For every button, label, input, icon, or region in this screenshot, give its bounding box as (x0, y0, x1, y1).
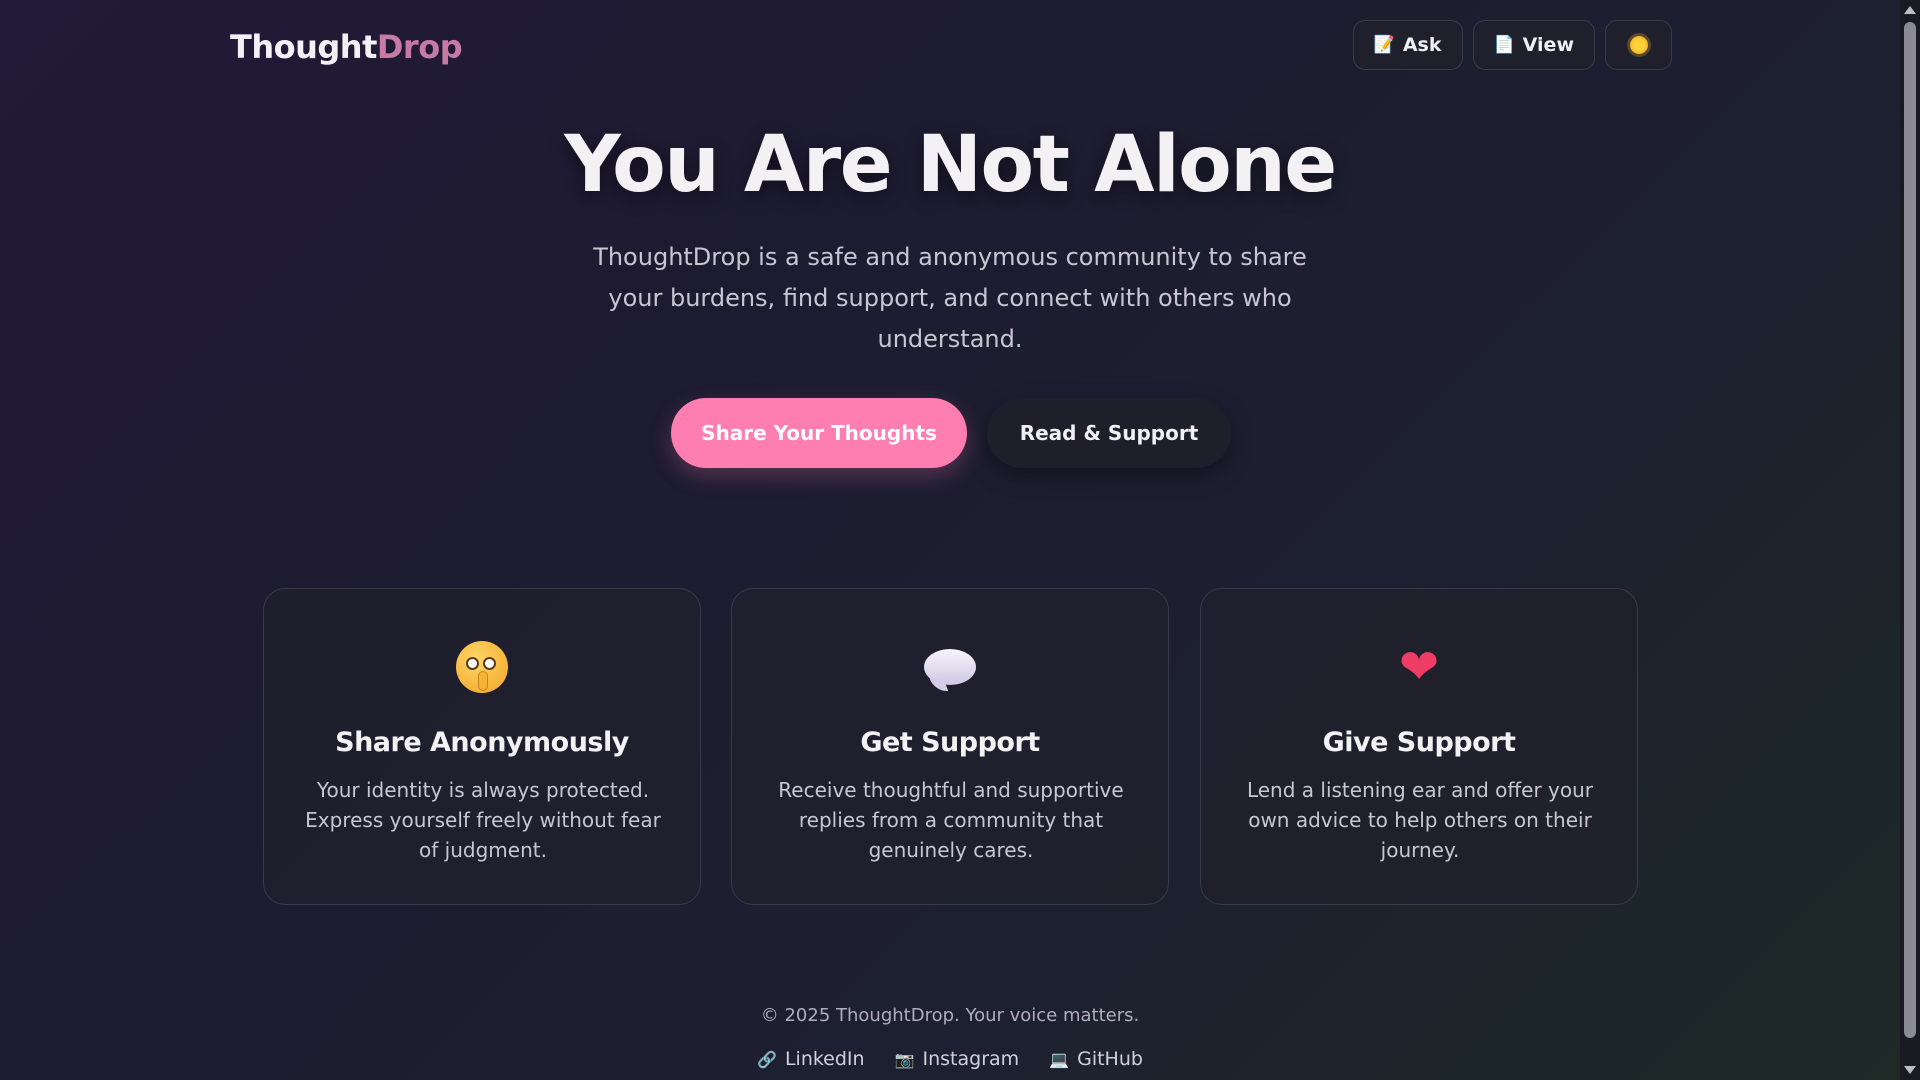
linkedin-link-label: LinkedIn (784, 1048, 865, 1070)
hero-title: You Are Not Alone (564, 120, 1337, 210)
feature-title: Get Support (860, 727, 1040, 758)
document-icon: 📄 (1493, 35, 1515, 55)
vertical-scrollbar[interactable] (1900, 0, 1920, 1080)
read-support-button[interactable]: Read & Support (987, 398, 1231, 468)
view-button[interactable]: 📄 View (1472, 20, 1595, 70)
hero-subtitle: ThoughtDrop is a safe and anonymous comm… (593, 243, 1307, 353)
copyright-text: © 2025 ThoughtDrop. Your voice matters. (760, 1005, 1140, 1026)
page: ThoughtDrop 📝 Ask 📄 View You Are Not Alo… (0, 0, 1900, 1080)
logo-text-accent: Drop (376, 28, 463, 66)
ask-button-label: Ask (1402, 34, 1442, 56)
linkedin-link[interactable]: 🔗 LinkedIn (757, 1048, 865, 1070)
logo[interactable]: ThoughtDrop (230, 28, 463, 66)
feature-description: Lend a listening ear and offer your own … (1246, 778, 1594, 862)
instagram-link-label: Instagram (922, 1048, 1020, 1070)
scroll-down-arrow-icon[interactable] (1904, 1066, 1916, 1074)
github-link-label: GitHub (1077, 1048, 1143, 1070)
heart-icon: ❤ (1398, 639, 1440, 695)
memo-icon: 📝 (1373, 35, 1395, 55)
camera-icon: 📷 (894, 1049, 915, 1069)
scroll-up-arrow-icon[interactable] (1904, 6, 1916, 14)
feature-title: Give Support (1322, 727, 1516, 758)
view-button-label: View (1522, 34, 1574, 56)
theme-toggle-button[interactable] (1605, 20, 1672, 70)
feature-card-share-anonymously: Share Anonymously Your identity is alway… (263, 588, 701, 905)
footer-links: 🔗 LinkedIn 📷 Instagram 💻 GitHub (0, 1048, 1900, 1070)
header: ThoughtDrop 📝 Ask 📄 View (230, 20, 1672, 70)
feature-title: Share Anonymously (335, 727, 629, 758)
share-thoughts-button[interactable]: Share Your Thoughts (671, 398, 967, 468)
shushing-face-icon (456, 641, 508, 693)
logo-text-primary: Thought (230, 28, 377, 66)
instagram-link[interactable]: 📷 Instagram (895, 1048, 1020, 1070)
nav-bar: 📝 Ask 📄 View (1352, 20, 1672, 70)
scrollbar-thumb[interactable] (1904, 22, 1916, 1038)
feature-card-give-support: ❤ Give Support Lend a listening ear and … (1200, 588, 1638, 905)
feature-description: Receive thoughtful and supportive replie… (778, 778, 1124, 862)
ask-button[interactable]: 📝 Ask (1352, 20, 1463, 70)
sun-icon (1629, 36, 1648, 54)
feature-card-get-support: Get Support Receive thoughtful and suppo… (731, 588, 1169, 905)
feature-description: Your identity is always protected. Expre… (305, 778, 661, 862)
github-link[interactable]: 💻 GitHub (1049, 1048, 1143, 1070)
laptop-icon: 💻 (1049, 1049, 1070, 1069)
speech-bubble-icon (924, 649, 976, 685)
link-icon: 🔗 (757, 1049, 777, 1069)
